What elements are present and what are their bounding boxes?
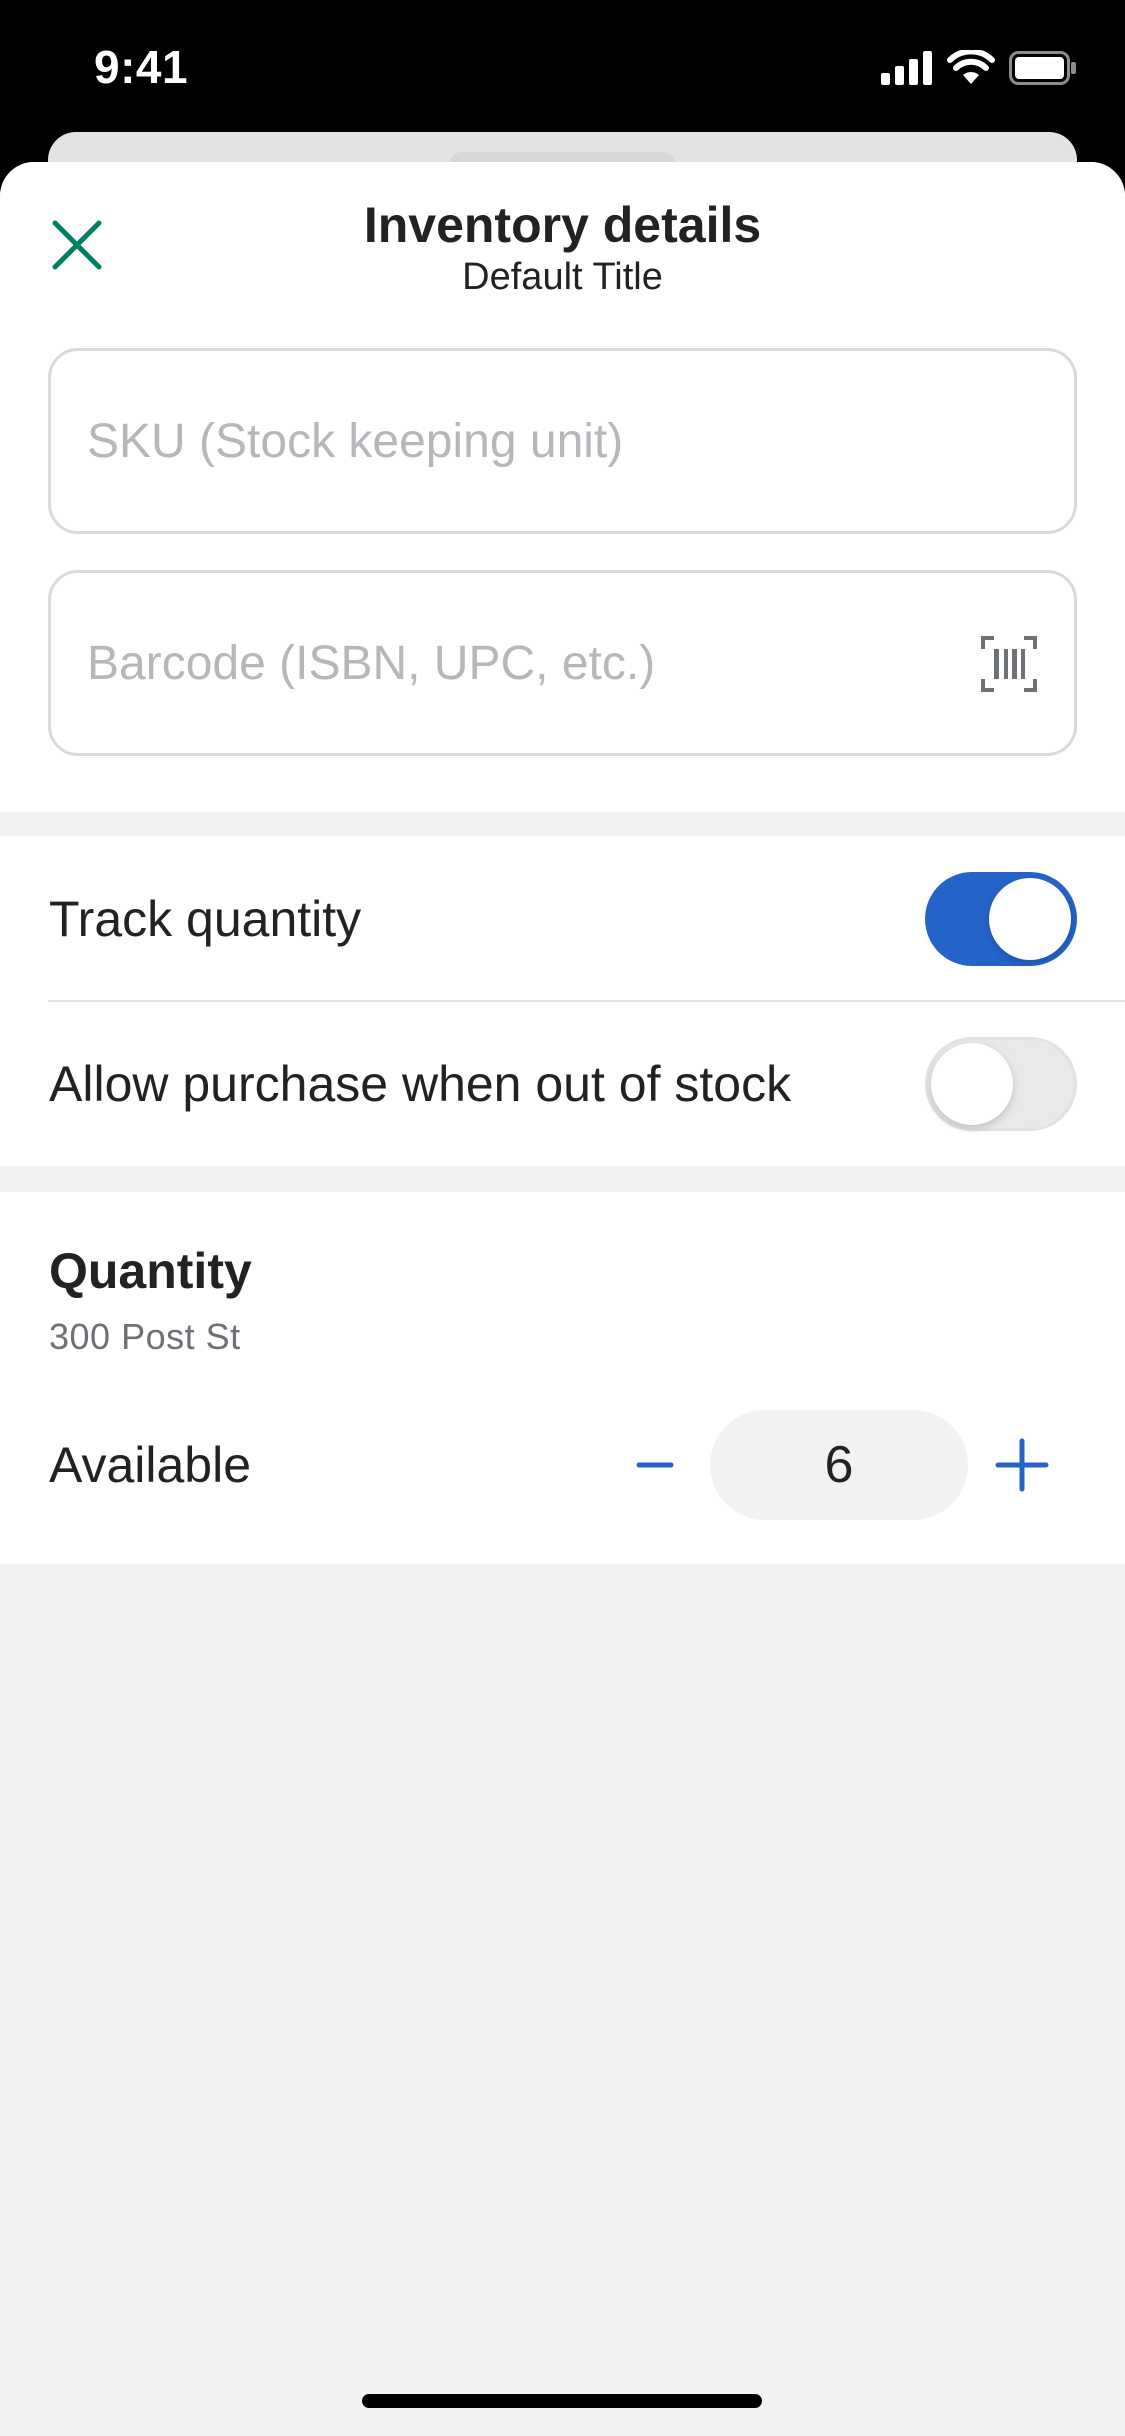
- quantity-section: Quantity 300 Post St Available 6: [0, 1192, 1125, 1564]
- page-title: Inventory details: [363, 197, 762, 253]
- toggle-knob: [989, 877, 1071, 960]
- battery-icon: [1009, 51, 1076, 85]
- track-quantity-toggle[interactable]: [925, 871, 1077, 966]
- available-label: Available: [49, 1437, 252, 1493]
- inventory-details-sheet: Inventory details Default Title SKU (Sto…: [0, 162, 1125, 2436]
- sku-field: [48, 348, 1077, 534]
- toggle-knob: [931, 1042, 1013, 1125]
- cellular-signal-icon: [881, 51, 932, 85]
- location-name: 300 Post St: [49, 1316, 241, 1357]
- tracking-settings: Track quantity Allow purchase when out o…: [0, 836, 1125, 1166]
- plus-icon: [995, 1438, 1049, 1492]
- status-icons: [881, 50, 1077, 86]
- page-subtitle: Default Title: [462, 256, 663, 298]
- sku-input[interactable]: [87, 351, 987, 531]
- track-quantity-row: Track quantity: [0, 836, 1125, 1002]
- quantity-value[interactable]: 6: [710, 1410, 968, 1520]
- decrease-quantity-button[interactable]: [615, 1410, 695, 1520]
- barcode-scan-button[interactable]: [980, 635, 1038, 693]
- barcode-field: [48, 570, 1077, 756]
- sheet-header: Inventory details Default Title: [0, 162, 1125, 348]
- allow-oversell-label: Allow purchase when out of stock: [49, 1055, 792, 1112]
- barcode-input[interactable]: [87, 573, 987, 753]
- status-bar: 9:41: [0, 0, 1125, 132]
- minus-icon: [636, 1462, 674, 1468]
- status-time: 9:41: [94, 41, 189, 93]
- barcode-scan-icon: [981, 636, 1037, 692]
- wifi-icon: [947, 50, 995, 84]
- home-indicator[interactable]: [362, 2394, 762, 2408]
- quantity-heading: Quantity: [49, 1243, 252, 1299]
- increase-quantity-button[interactable]: [982, 1410, 1062, 1520]
- allow-oversell-row: Allow purchase when out of stock: [0, 1001, 1125, 1166]
- allow-oversell-toggle[interactable]: [925, 1036, 1077, 1131]
- identifier-fields: [0, 348, 1125, 812]
- track-quantity-label: Track quantity: [49, 890, 362, 947]
